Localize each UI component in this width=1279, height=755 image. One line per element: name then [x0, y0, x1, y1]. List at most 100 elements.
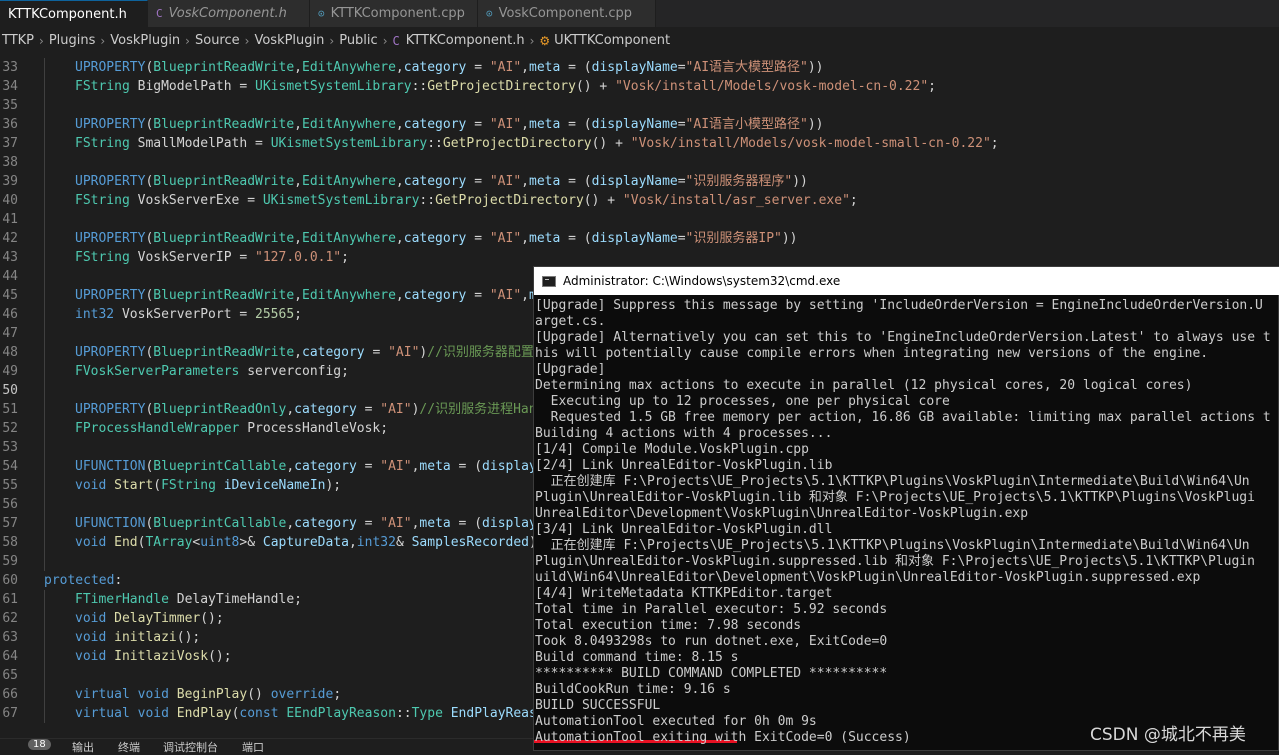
chevron-right-icon: ›	[529, 33, 535, 48]
breadcrumb-item[interactable]: Source	[195, 33, 240, 48]
line-number: 49	[2, 364, 18, 379]
breadcrumb-item[interactable]: VoskPlugin	[110, 33, 180, 48]
indent-guide	[44, 666, 45, 685]
cmd-output-line: Determining max actions to execute in pa…	[535, 378, 1193, 393]
line-number: 41	[2, 212, 18, 227]
code-text: void initlazi();	[75, 630, 201, 645]
cmd-output-line: his will potentially cause compile error…	[535, 346, 1209, 361]
tab-debug-console[interactable]: 调试控制台	[163, 739, 218, 755]
line-number: 48	[2, 345, 18, 360]
code-line[interactable]: 41	[0, 210, 1279, 229]
cmd-output-line: Building 4 actions with 4 processes...	[535, 426, 833, 441]
class-symbol-icon: ⚙	[539, 33, 551, 48]
indent-guide	[44, 628, 45, 647]
breadcrumb-item[interactable]: Plugins	[49, 33, 96, 48]
code-text: void InitlaziVosk();	[75, 649, 232, 664]
cmd-output-line: Executing up to 12 processes, one per ph…	[535, 394, 950, 409]
line-number: 59	[2, 554, 18, 569]
cmd-output-line: Requested 1.5 GB free memory per action,…	[535, 410, 1271, 425]
tab-kttkcomponent-cpp[interactable]: ⊙ KTTKComponent.cpp	[310, 0, 478, 27]
cmd-output-line: [Upgrade] Alternatively you can set this…	[535, 330, 1271, 345]
code-line[interactable]: 36 UPROPERTY(BlueprintReadWrite,EditAnywh…	[0, 115, 1279, 134]
code-line[interactable]: 33 UPROPERTY(BlueprintReadWrite,EditAnywh…	[0, 58, 1279, 77]
cmd-output-line: [3/4] Link UnrealEditor-VoskPlugin.dll	[535, 522, 833, 537]
indent-guide	[44, 685, 45, 704]
code-line[interactable]: 39 UPROPERTY(BlueprintReadWrite,EditAnywh…	[0, 172, 1279, 191]
tab-voskcomponent-h[interactable]: C VoskComponent.h	[148, 0, 310, 27]
line-number: 67	[2, 706, 18, 721]
code-text: UPROPERTY(BlueprintReadWrite,EditAnywher…	[75, 231, 798, 246]
code-text: void DelayTimmer();	[75, 611, 224, 626]
cmd-output-line: uild\Win64\UnrealEditor\Development\Vosk…	[535, 570, 1201, 585]
code-line[interactable]: 37 FString SmallModelPath = UKismetSystem…	[0, 134, 1279, 153]
indent-guide	[44, 134, 45, 153]
indent-guide	[44, 77, 45, 96]
indent-guide	[44, 286, 45, 305]
line-number: 42	[2, 231, 18, 246]
line-number: 53	[2, 440, 18, 455]
cmd-title-text: Administrator: C:\Windows\system32\cmd.e…	[563, 274, 841, 288]
problems-count-badge[interactable]: 18	[28, 739, 51, 750]
code-text: int32 VoskServerPort = 25565;	[75, 307, 302, 322]
cmd-output-line: [4/4] WriteMetadata KTTKPEditor.target	[535, 586, 833, 601]
indent-guide	[44, 115, 45, 134]
cpp-file-icon: ⊙	[486, 7, 493, 20]
line-number: 37	[2, 136, 18, 151]
code-line[interactable]: 40 FString VoskServerExe = UKismetSystemL…	[0, 191, 1279, 210]
code-text: FTimerHandle DelayTimeHandle;	[75, 592, 302, 607]
cmd-output-line: AutomationTool executed for 0h 0m 9s	[535, 714, 817, 729]
chevron-right-icon: ›	[185, 33, 190, 48]
code-text: FString VoskServerExe = UKismetSystemLib…	[75, 193, 858, 208]
cmd-window[interactable]: Administrator: C:\Windows\system32\cmd.e…	[533, 266, 1279, 751]
watermark: CSDN @城北不再美	[1090, 725, 1246, 745]
indent-guide	[44, 495, 45, 514]
cmd-output-line: AutomationTool exiting with ExitCode=0 (…	[535, 730, 911, 745]
line-number: 43	[2, 250, 18, 265]
breadcrumb-item[interactable]: VoskPlugin	[254, 33, 324, 48]
line-number: 60	[2, 573, 18, 588]
line-number: 65	[2, 668, 18, 683]
line-number: 45	[2, 288, 18, 303]
cmd-output[interactable]: [Upgrade] Suppress this message by setti…	[534, 295, 1279, 752]
code-line[interactable]: 34 FString BigModelPath = UKismetSystemLi…	[0, 77, 1279, 96]
code-text: virtual void EndPlay(const EEndPlayReaso…	[75, 706, 545, 721]
code-text: UPROPERTY(BlueprintReadWrite,EditAnywher…	[75, 117, 824, 132]
line-number: 61	[2, 592, 18, 607]
breadcrumb-item[interactable]: UKTTKComponent	[554, 33, 670, 48]
chevron-right-icon: ›	[382, 33, 388, 48]
tab-voskcomponent-cpp[interactable]: ⊙ VoskComponent.cpp	[478, 0, 656, 27]
line-number: 35	[2, 98, 18, 113]
breadcrumb-item[interactable]: Public	[339, 33, 377, 48]
indent-guide	[44, 457, 45, 476]
indent-guide	[44, 362, 45, 381]
line-number: 64	[2, 649, 18, 664]
indent-guide	[44, 248, 45, 267]
code-line[interactable]: 42 UPROPERTY(BlueprintReadWrite,EditAnywh…	[0, 229, 1279, 248]
tab-ports[interactable]: 端口	[242, 739, 264, 755]
indent-guide	[44, 58, 45, 77]
indent-guide	[44, 305, 45, 324]
cmd-output-line: [2/4] Link UnrealEditor-VoskPlugin.lib	[535, 458, 833, 473]
code-line[interactable]: 38	[0, 153, 1279, 172]
line-number: 40	[2, 193, 18, 208]
cmd-output-line: 正在创建库 F:\Projects\UE_Projects\5.1\KTTKP\…	[535, 474, 1250, 489]
tab-output[interactable]: 输出	[72, 739, 94, 755]
indent-guide	[44, 400, 45, 419]
line-number: 38	[2, 155, 18, 170]
indent-guide	[44, 514, 45, 533]
breadcrumb-item[interactable]: TTKP	[2, 33, 34, 48]
cmd-title-bar[interactable]: Administrator: C:\Windows\system32\cmd.e…	[534, 267, 1279, 295]
line-number: 33	[2, 60, 18, 75]
tab-terminal[interactable]: 终端	[118, 739, 140, 755]
line-number: 62	[2, 611, 18, 626]
code-text: UFUNCTION(BlueprintCallable,category = "…	[75, 516, 545, 531]
tab-label: VoskComponent.h	[168, 6, 287, 21]
code-line[interactable]: 43 FString VoskServerIP = "127.0.0.1";	[0, 248, 1279, 267]
indent-guide	[44, 476, 45, 495]
code-text: FString SmallModelPath = UKismetSystemLi…	[75, 136, 999, 151]
c-header-file-icon: C	[392, 33, 400, 48]
tab-kttkcomponent-h[interactable]: KTTKComponent.h	[0, 0, 148, 27]
indent-guide	[44, 647, 45, 666]
code-line[interactable]: 35	[0, 96, 1279, 115]
breadcrumb-item[interactable]: KTTKComponent.h	[406, 33, 525, 48]
